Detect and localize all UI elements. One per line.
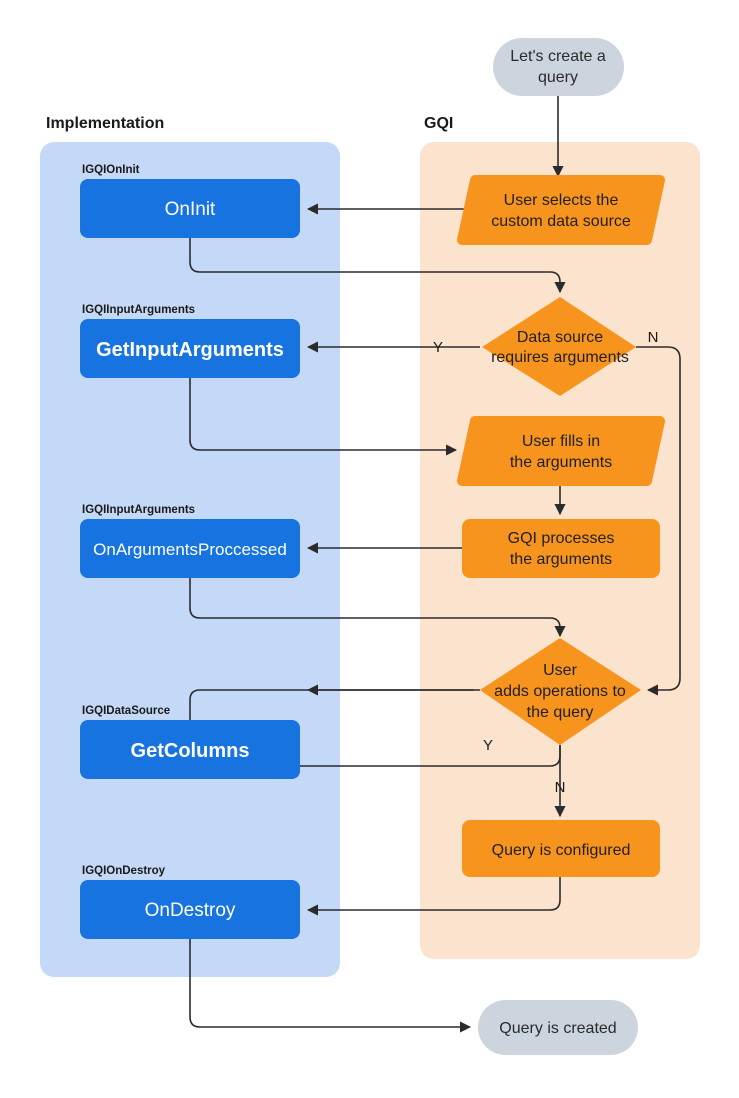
flowchart-diagram: Implementation GQI Y N Y N Let's create …	[0, 0, 739, 1098]
edge-label-requires-arguments-yes: Y	[433, 339, 443, 356]
node-user-selects-source-shape[interactable]	[457, 175, 665, 245]
node-gqi-processes-arguments-line1: GQI processes	[508, 530, 615, 547]
node-requires-arguments-line2: requires arguments	[491, 349, 629, 366]
node-user-fills-arguments[interactable]: User fills in the arguments	[457, 416, 665, 486]
node-adds-operations-line1: User	[543, 662, 577, 679]
node-query-configured-label: Query is configured	[492, 842, 631, 859]
node-requires-arguments-line1: Data source	[517, 329, 603, 346]
terminal-start-shape[interactable]	[493, 38, 624, 96]
edge-label-adds-operations-no: N	[555, 779, 566, 796]
terminal-end[interactable]: Query is created	[478, 1000, 638, 1055]
node-user-selects-source-line1: User selects the	[504, 192, 619, 209]
node-getinputarguments-interface: IGQIInputArguments	[82, 304, 195, 316]
node-user-selects-source[interactable]: User selects the custom data source	[457, 175, 665, 245]
node-getcolumns-interface: IGQIDataSource	[82, 705, 170, 717]
terminal-start[interactable]: Let's create a query Let's create a quer…	[488, 38, 628, 96]
terminal-end-label: Query is created	[499, 1020, 616, 1037]
node-gqi-processes-arguments[interactable]: GQI processes the arguments	[462, 519, 660, 578]
node-gqi-processes-arguments-line2: the arguments	[510, 551, 612, 568]
node-user-selects-source-line2: custom data source	[491, 213, 631, 230]
node-ondestroy-interface: IGQIOnDestroy	[82, 865, 166, 877]
edge-label-requires-arguments-no: N	[648, 329, 659, 346]
node-getcolumns-label: GetColumns	[131, 740, 250, 762]
node-gqi-processes-arguments-shape[interactable]	[462, 519, 660, 578]
edge-label-adds-operations-yes: Y	[483, 737, 493, 754]
node-onargumentsproccessed-label: OnArgumentsProccessed	[93, 540, 287, 559]
implementation-lane-label: Implementation	[46, 115, 164, 132]
flowchart-canvas: Implementation GQI Y N Y N Let's create …	[40, 38, 700, 1055]
node-ondestroy-label: OnDestroy	[145, 900, 236, 921]
node-adds-operations-line3: the query	[527, 704, 594, 721]
gqi-lane-label: GQI	[424, 115, 453, 132]
node-getinputarguments-label: GetInputArguments	[96, 339, 284, 361]
node-oninit-label: OnInit	[165, 199, 216, 220]
node-oninit-interface: IGQIOnInit	[82, 164, 140, 176]
node-query-configured[interactable]: Query is configured	[462, 820, 660, 877]
node-user-fills-arguments-line1: User fills in	[522, 433, 600, 450]
node-adds-operations-line2: adds operations to	[494, 683, 626, 700]
node-user-fills-arguments-shape[interactable]	[457, 416, 665, 486]
node-user-fills-arguments-line2: the arguments	[510, 454, 612, 471]
node-onargumentsproccessed-interface: IGQIInputArguments	[82, 504, 195, 516]
terminal-start-label-line2: query	[538, 69, 578, 86]
